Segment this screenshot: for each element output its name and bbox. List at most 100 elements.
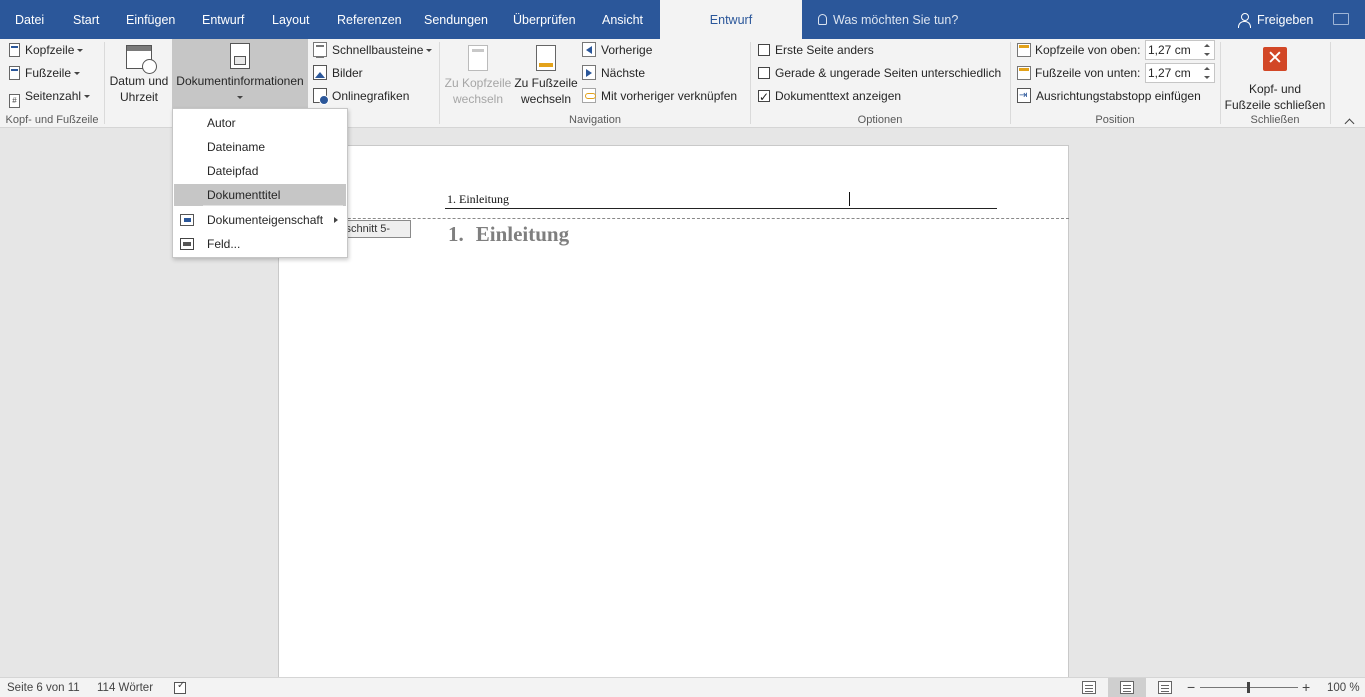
menu-item-filename[interactable]: Dateiname (174, 136, 346, 158)
next-icon (582, 65, 596, 80)
group-divider (104, 42, 105, 124)
date-time-button[interactable]: Datum und Uhrzeit (106, 41, 172, 113)
tab-entwurf-design[interactable]: Entwurf (202, 0, 244, 39)
checkbox-box[interactable] (758, 67, 770, 79)
footer-from-bottom-stepper[interactable] (1145, 63, 1215, 83)
word-count[interactable]: 114 Wörter (97, 678, 153, 697)
footer-position-icon (1017, 66, 1031, 80)
chevron-right-icon (334, 217, 338, 223)
person-icon (1238, 13, 1251, 28)
web-layout-icon[interactable] (1158, 681, 1172, 694)
close-label-line1: Kopf- und (1248, 82, 1302, 96)
zoom-out-icon[interactable]: − (1187, 678, 1195, 697)
goto-footer-label-line1: Zu Fußzeile (514, 76, 578, 90)
tab-entwurf-header-footer[interactable]: Entwurf (660, 0, 802, 39)
tab-referenzen[interactable]: Referenzen (337, 0, 402, 39)
group-divider (439, 42, 440, 124)
quick-parts-button[interactable]: Schnellbausteine (313, 40, 433, 60)
tab-ueberpruefen[interactable]: Überprüfen (513, 0, 576, 39)
page-number-label: Seitenzahl (25, 89, 82, 103)
print-layout-icon[interactable] (1120, 681, 1134, 694)
pictures-label: Bilder (332, 66, 363, 80)
zoom-slider-thumb[interactable] (1247, 682, 1250, 693)
footer-button[interactable]: Fußzeile (9, 63, 81, 83)
stepper-arrows[interactable] (1200, 64, 1214, 82)
read-mode-icon[interactable] (1082, 681, 1096, 694)
checkbox-box-checked[interactable] (758, 87, 770, 107)
proofing-icon[interactable] (174, 680, 186, 694)
goto-header-icon (468, 45, 488, 71)
document-info-icon (230, 43, 250, 69)
zoom-in-icon[interactable]: + (1302, 678, 1310, 697)
odd-even-checkbox[interactable]: Gerade & ungerade Seiten unterschiedlich (758, 63, 1001, 83)
page-count[interactable]: Seite 6 von 11 (7, 678, 80, 697)
menu-bar: Datei Start Einfügen Entwurf Layout Refe… (0, 0, 1365, 39)
stepper-up-icon[interactable] (1204, 44, 1210, 47)
next-button[interactable]: Nächste (582, 63, 645, 83)
heading-text: Einleitung (475, 222, 570, 246)
collapse-ribbon-icon[interactable] (1345, 118, 1355, 126)
menu-item-document-title[interactable]: Dokumenttitel (174, 184, 346, 206)
tab-ansicht[interactable]: Ansicht (602, 0, 643, 39)
header-from-top-stepper[interactable] (1145, 40, 1215, 60)
header-boundary-line (278, 218, 1069, 219)
doc-info-button[interactable]: Dokumentinformationen (172, 39, 308, 109)
stepper-down-icon[interactable] (1204, 76, 1210, 79)
link-previous-button[interactable]: Mit vorheriger verknüpfen (582, 86, 737, 106)
show-doc-text-checkbox[interactable]: Dokumenttext anzeigen (758, 86, 902, 107)
field-label: Feld... (207, 237, 241, 251)
header-content[interactable]: 1. Einleitung (447, 192, 509, 207)
menu-item-filepath[interactable]: Dateipfad (174, 160, 346, 182)
page-number-button[interactable]: # Seitenzahl (9, 86, 91, 108)
insert-align-tab-button[interactable]: Ausrichtungstabstopp einfügen (1017, 86, 1201, 106)
previous-button[interactable]: Vorherige (582, 40, 652, 60)
align-tab-icon (1017, 86, 1031, 106)
header-from-top-label-wrap: Kopfzeile von oben: (1017, 40, 1140, 60)
tab-layout[interactable]: Layout (272, 0, 310, 39)
show-doc-text-label: Dokumenttext anzeigen (775, 89, 902, 103)
share-label: Freigeben (1257, 13, 1314, 27)
stepper-up-icon[interactable] (1204, 67, 1210, 70)
header-position-icon (1017, 43, 1031, 57)
tab-einfuegen[interactable]: Einfügen (126, 0, 175, 39)
menu-item-field[interactable]: Feld... (174, 233, 346, 255)
group-label-navigation: Navigation (569, 114, 621, 126)
header-from-top-input[interactable] (1146, 41, 1198, 59)
chevron-down-icon (74, 72, 81, 75)
share-button[interactable]: Freigeben (1238, 0, 1313, 39)
quick-parts-label: Schnellbausteine (332, 43, 424, 57)
footer-from-bottom-input[interactable] (1146, 64, 1198, 82)
tab-sendungen[interactable]: Sendungen (424, 0, 488, 39)
first-page-label: Erste Seite anders (775, 43, 874, 57)
heading-1[interactable]: 1. Einleitung (448, 222, 569, 247)
goto-footer-label-line2: wechseln (520, 92, 572, 106)
close-header-footer-button[interactable]: ✕ Kopf- und Fußzeile schließen (1224, 41, 1326, 113)
stepper-down-icon[interactable] (1204, 53, 1210, 56)
tab-start[interactable]: Start (73, 0, 99, 39)
menu-item-document-property[interactable]: Dokumenteigenschaft (174, 209, 346, 231)
stepper-arrows[interactable] (1200, 41, 1214, 59)
tab-datei[interactable]: Datei (15, 0, 44, 39)
picture-icon (313, 65, 327, 80)
goto-header-button[interactable]: Zu Kopfzeile wechseln (442, 41, 514, 113)
menu-item-author[interactable]: Autor (174, 112, 346, 134)
checkbox-box[interactable] (758, 44, 770, 56)
zoom-level[interactable]: 100 % (1327, 678, 1360, 697)
first-page-different-checkbox[interactable]: Erste Seite anders (758, 40, 874, 60)
header-from-top-label: Kopfzeile von oben: (1035, 43, 1141, 57)
chevron-down-icon (237, 96, 243, 99)
goto-header-label-line1: Zu Kopfzeile (444, 76, 512, 90)
online-pictures-button[interactable]: Onlinegrafiken (313, 86, 409, 106)
field-icon (180, 238, 194, 250)
tell-me-search[interactable]: Was möchten Sie tun? (818, 0, 958, 39)
link-previous-label: Mit vorheriger verknüpfen (601, 89, 738, 103)
quick-parts-icon (313, 42, 327, 58)
comments-icon[interactable] (1333, 13, 1349, 25)
status-bar: Seite 6 von 11 114 Wörter − + 100 % (0, 677, 1365, 697)
footer-from-bottom-label: Fußzeile von unten: (1035, 66, 1141, 80)
header-button[interactable]: Kopfzeile (9, 40, 84, 60)
pictures-button[interactable]: Bilder (313, 63, 363, 83)
document-property-icon (180, 214, 194, 226)
goto-footer-button[interactable]: Zu Fußzeile wechseln (514, 41, 578, 113)
doc-info-dropdown-menu: Autor Dateiname Dateipfad Dokumenttitel … (172, 108, 348, 258)
